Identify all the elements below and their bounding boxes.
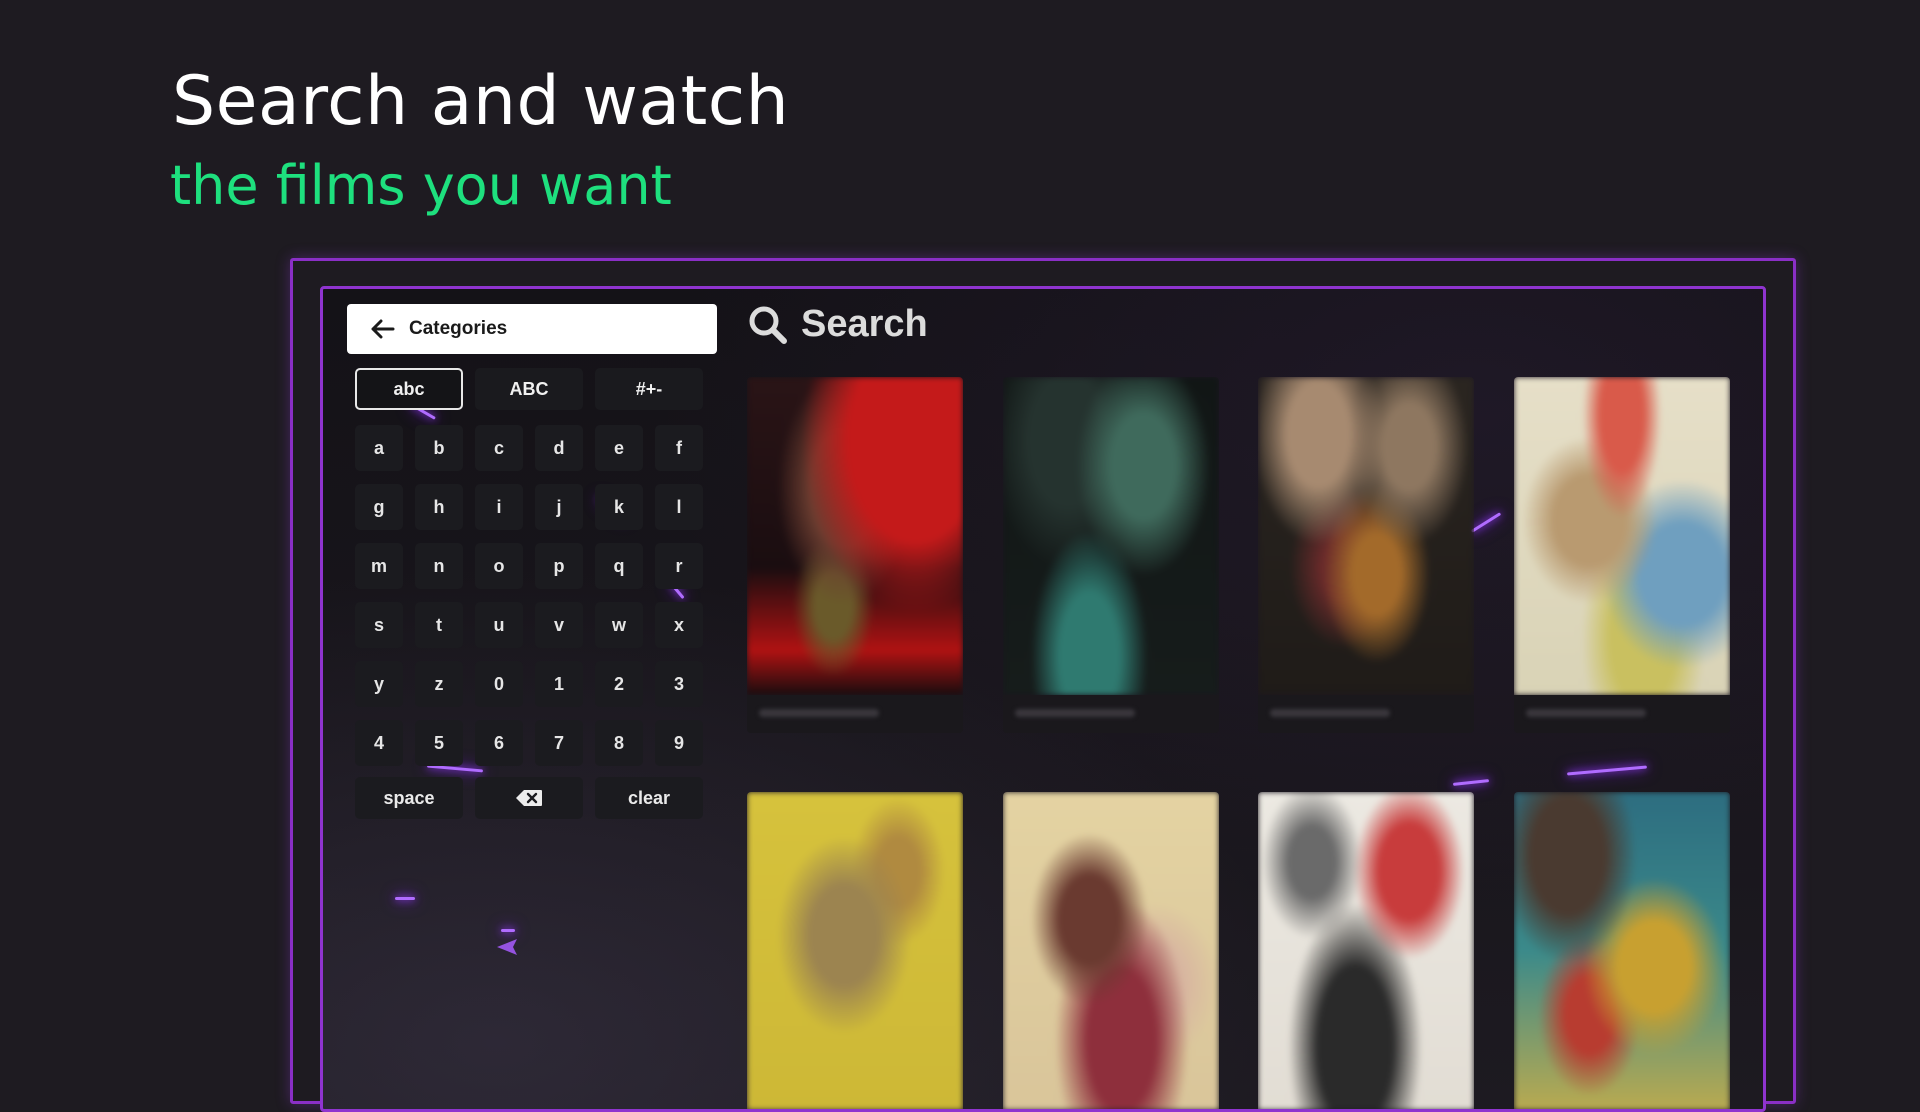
key-k[interactable]: k [595,484,643,530]
key-h[interactable]: h [415,484,463,530]
keyboard-bottom-row: space clear [355,777,703,819]
key-3[interactable]: 3 [655,661,703,707]
mode-uppercase-button[interactable]: ABC [475,368,583,410]
movie-poster-3[interactable] [1258,377,1474,733]
key-y[interactable]: y [355,661,403,707]
key-4[interactable]: 4 [355,720,403,766]
movie-poster-8[interactable] [1514,792,1730,1109]
key-u[interactable]: u [475,602,523,648]
clear-key[interactable]: clear [595,777,703,819]
mode-symbols-button[interactable]: #+- [595,368,703,410]
key-j[interactable]: j [535,484,583,530]
backspace-key[interactable] [475,777,583,819]
neon-streak [1452,779,1490,786]
tv-screen: Categories abc ABC #+- abcdefghijklmnopq… [320,286,1766,1112]
key-b[interactable]: b [415,425,463,471]
key-x[interactable]: x [655,602,703,648]
categories-label: Categories [409,318,508,339]
search-header: Search [747,303,928,346]
key-7[interactable]: 7 [535,720,583,766]
neon-streak [1470,512,1502,533]
on-screen-keyboard: abcdef ghijkl mnopqr stuvwx yz0123 456789 [355,425,703,766]
movie-poster-2[interactable] [1003,377,1219,733]
key-v[interactable]: v [535,602,583,648]
movie-poster-1[interactable] [747,377,963,733]
key-d[interactable]: d [535,425,583,471]
categories-button[interactable]: Categories [347,304,717,354]
key-w[interactable]: w [595,602,643,648]
key-5[interactable]: 5 [415,720,463,766]
backspace-icon [516,790,542,806]
key-e[interactable]: e [595,425,643,471]
keyboard-mode-switcher: abc ABC #+- [355,368,703,410]
key-9[interactable]: 9 [655,720,703,766]
space-key[interactable]: space [355,777,463,819]
neon-streak [501,929,515,932]
key-l[interactable]: l [655,484,703,530]
neon-streak [1567,765,1647,776]
key-o[interactable]: o [475,543,523,589]
key-q[interactable]: q [595,543,643,589]
key-r[interactable]: r [655,543,703,589]
key-p[interactable]: p [535,543,583,589]
key-1[interactable]: 1 [535,661,583,707]
movie-poster-7[interactable] [1258,792,1474,1109]
key-t[interactable]: t [415,602,463,648]
movie-poster-5[interactable] [747,792,963,1109]
floor-arrow-icon [497,939,517,955]
key-z[interactable]: z [415,661,463,707]
key-0[interactable]: 0 [475,661,523,707]
key-8[interactable]: 8 [595,720,643,766]
key-f[interactable]: f [655,425,703,471]
key-s[interactable]: s [355,602,403,648]
key-c[interactable]: c [475,425,523,471]
movie-poster-6[interactable] [1003,792,1219,1109]
mode-lowercase-button[interactable]: abc [355,368,463,410]
hero-title: Search and watch [172,62,790,141]
hero-subtitle: the films you want [170,154,672,217]
arrow-left-icon [371,319,395,339]
key-a[interactable]: a [355,425,403,471]
neon-streak [395,897,415,900]
key-6[interactable]: 6 [475,720,523,766]
movie-poster-4[interactable] [1514,377,1730,733]
search-icon [749,306,787,344]
key-i[interactable]: i [475,484,523,530]
key-n[interactable]: n [415,543,463,589]
key-g[interactable]: g [355,484,403,530]
key-2[interactable]: 2 [595,661,643,707]
search-label: Search [801,303,928,345]
key-m[interactable]: m [355,543,403,589]
